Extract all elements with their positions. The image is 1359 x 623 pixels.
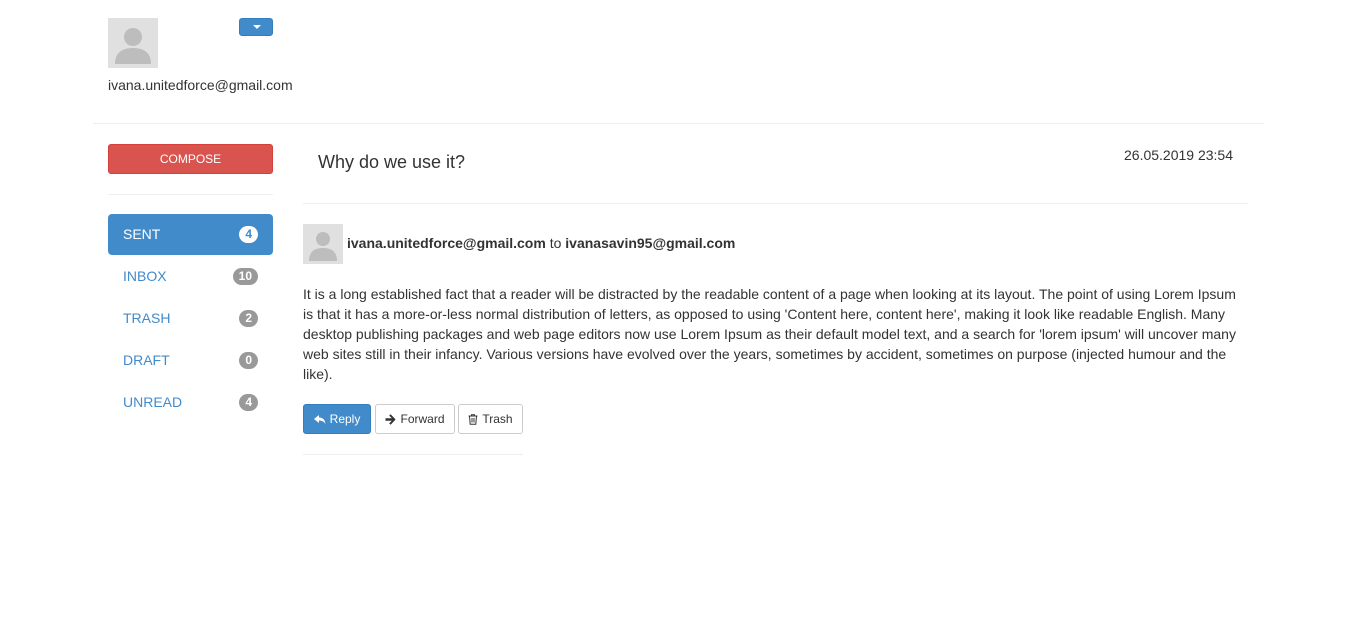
- count-badge: 10: [232, 268, 258, 285]
- trash-icon: [468, 413, 478, 425]
- sidebar-item-label: UNREAD: [123, 394, 183, 410]
- sidebar-item-inbox[interactable]: INBOX 10: [108, 256, 273, 297]
- sidebar-item-trash[interactable]: TRASH 2: [108, 298, 273, 339]
- reply-icon: [313, 414, 326, 425]
- trash-button[interactable]: Trash: [458, 404, 523, 434]
- count-badge: 4: [239, 226, 258, 243]
- sender-email: ivana.unitedforce@gmail.com: [347, 235, 546, 251]
- sender-avatar-icon: [303, 224, 343, 264]
- user-email: ivana.unitedforce@gmail.com: [108, 77, 293, 93]
- sidebar-item-sent[interactable]: SENT 4: [108, 214, 273, 255]
- sidebar-divider: [108, 194, 273, 195]
- recipient-email: ivanasavin95@gmail.com: [565, 235, 736, 251]
- count-badge: 2: [239, 310, 258, 327]
- to-label: to: [549, 235, 562, 251]
- subject-divider: [303, 203, 1248, 204]
- user-avatar-icon: [108, 18, 158, 68]
- reply-label: Reply: [329, 412, 361, 426]
- sidebar-item-draft[interactable]: DRAFT 0: [108, 340, 273, 381]
- message-body: It is a long established fact that a rea…: [303, 286, 1236, 382]
- sender-line: ivana.unitedforce@gmail.com to ivanasavi…: [347, 235, 735, 251]
- count-badge: 4: [239, 394, 258, 411]
- header-divider: [93, 123, 1264, 124]
- trash-label: Trash: [482, 412, 513, 426]
- reply-button[interactable]: Reply: [303, 404, 371, 434]
- compose-button[interactable]: COMPOSE: [108, 144, 273, 174]
- forward-label: Forward: [400, 412, 445, 426]
- sidebar-item-unread[interactable]: UNREAD 4: [108, 382, 273, 423]
- count-badge: 0: [239, 352, 258, 369]
- actions-divider: [303, 454, 523, 455]
- sidebar-item-label: DRAFT: [123, 352, 170, 368]
- sidebar-item-label: INBOX: [123, 268, 167, 284]
- arrow-right-icon: [385, 413, 397, 425]
- sidebar-item-label: SENT: [123, 226, 161, 242]
- user-menu-dropdown-button[interactable]: [239, 18, 273, 36]
- message-subject: Why do we use it?: [318, 152, 466, 172]
- sidebar-item-label: TRASH: [123, 310, 171, 326]
- message-date: 26.05.2019 23:54: [1124, 147, 1233, 163]
- forward-button[interactable]: Forward: [375, 404, 455, 434]
